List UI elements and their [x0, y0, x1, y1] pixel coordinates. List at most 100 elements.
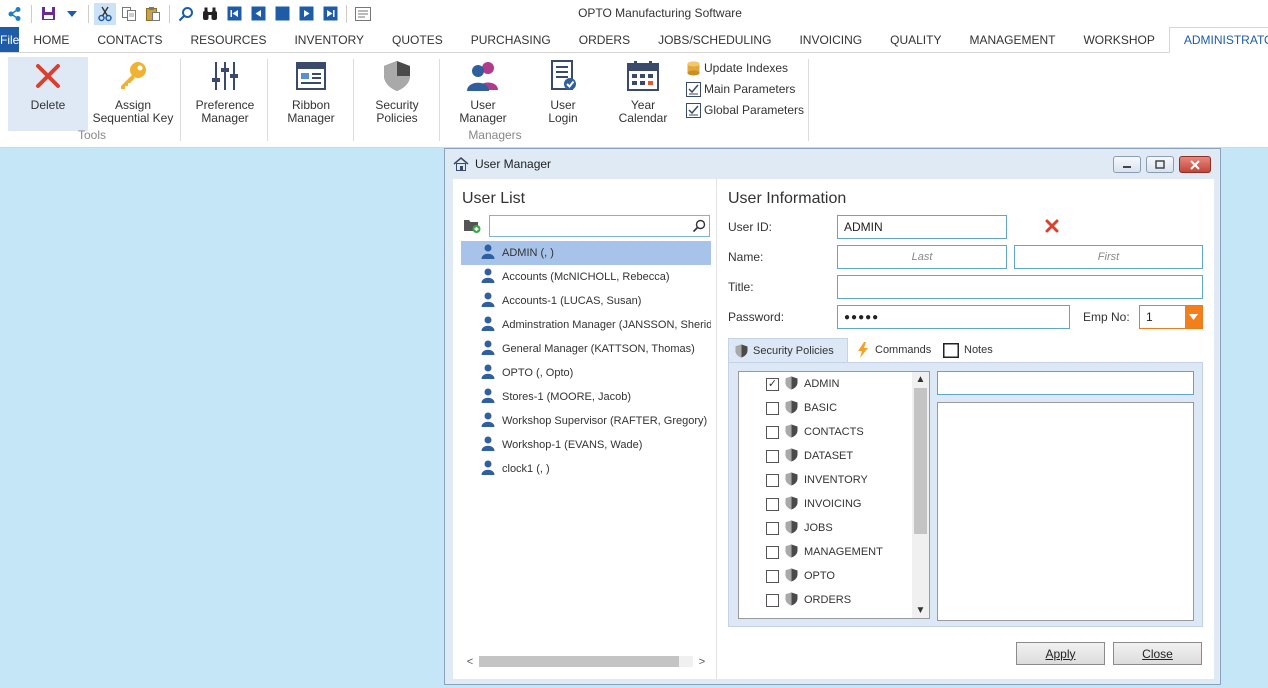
user-list-item[interactable]: Stores-1 (MOORE, Jacob) — [461, 385, 711, 409]
tab-inventory[interactable]: INVENTORY — [280, 27, 378, 52]
update-indexes-button[interactable]: Update Indexes — [686, 59, 788, 77]
policy-checkbox[interactable] — [766, 449, 779, 463]
policy-checkbox[interactable] — [766, 569, 779, 583]
policy-list-vertical-scrollbar[interactable]: ▲ ▼ — [912, 372, 929, 618]
user-list-item[interactable]: Workshop-1 (EVANS, Wade) — [461, 433, 711, 457]
shield-icon — [735, 344, 748, 357]
scroll-left-icon[interactable]: < — [461, 656, 479, 668]
scrollbar-track[interactable] — [479, 656, 693, 667]
close-button[interactable]: Close — [1113, 642, 1202, 665]
policy-row[interactable]: ORDERS — [739, 588, 929, 612]
tab-home[interactable]: HOME — [19, 27, 83, 52]
global-parameters-button[interactable]: Global Parameters — [686, 101, 804, 119]
tab-invoicing[interactable]: INVOICING — [785, 27, 876, 52]
policy-checkbox[interactable] — [766, 521, 779, 535]
emp-no-select[interactable]: 1 — [1139, 305, 1203, 329]
user-list-item[interactable]: OPTO (, Opto) — [461, 361, 711, 385]
scroll-down-icon[interactable]: ▼ — [912, 605, 929, 616]
policy-name-field[interactable] — [937, 371, 1194, 395]
user-login-label-line2: Login — [548, 111, 578, 125]
search-icon[interactable] — [692, 219, 706, 233]
user-list-horizontal-scrollbar[interactable]: < > — [461, 653, 711, 670]
delete-button[interactable]: Delete — [8, 57, 88, 131]
user-list-item[interactable]: clock1 (, ) — [461, 457, 711, 481]
main-parameters-button[interactable]: Main Parameters — [686, 80, 795, 98]
maximize-button[interactable] — [1146, 156, 1174, 173]
preference-manager-button[interactable]: Preference Manager — [188, 57, 262, 131]
minimize-button[interactable] — [1113, 156, 1141, 173]
user-list-item[interactable]: Accounts-1 (LUCAS, Susan) — [461, 289, 711, 313]
user-list-item[interactable]: General Manager (KATTSON, Thomas) — [461, 337, 711, 361]
tab-file[interactable]: File — [0, 27, 20, 52]
user-icon — [481, 340, 495, 358]
tab-contacts[interactable]: CONTACTS — [83, 27, 176, 52]
first-name-field[interactable]: First — [1014, 245, 1203, 269]
assign-sequential-key-button[interactable]: Assign Sequential Key — [90, 57, 176, 131]
password-field[interactable]: ●●●●● — [837, 305, 1070, 329]
policy-row[interactable]: DATASET — [739, 444, 929, 468]
update-indexes-label: Update Indexes — [704, 61, 789, 75]
scrollbar-thumb[interactable] — [479, 656, 679, 667]
ribbon-manager-button[interactable]: Ribbon Manager — [274, 57, 348, 131]
key-icon — [115, 57, 151, 95]
tab-orders[interactable]: ORDERS — [565, 27, 644, 52]
user-icon — [481, 244, 495, 262]
last-name-field[interactable]: Last — [837, 245, 1007, 269]
tab-notes[interactable]: Notes — [937, 338, 999, 362]
tab-commands[interactable]: Commands — [850, 338, 937, 362]
tab-management[interactable]: MANAGEMENT — [955, 27, 1069, 52]
policy-description-area[interactable] — [937, 402, 1194, 621]
policy-row[interactable]: BASIC — [739, 396, 929, 420]
policy-row[interactable]: MANAGEMENT — [739, 540, 929, 564]
add-folder-icon[interactable] — [463, 218, 481, 236]
policy-row[interactable]: INVOICING — [739, 492, 929, 516]
policy-checkbox[interactable] — [766, 473, 779, 487]
shield-icon — [785, 376, 798, 393]
tab-jobs-scheduling[interactable]: JOBS/SCHEDULING — [644, 27, 785, 52]
window-close-button[interactable] — [1179, 156, 1211, 173]
chevron-down-icon[interactable] — [1185, 306, 1202, 328]
clear-user-id-icon[interactable] — [1045, 219, 1059, 236]
user-list-item[interactable]: ADMIN (, ) — [461, 241, 711, 265]
scroll-right-icon[interactable]: > — [693, 656, 711, 668]
scroll-up-icon[interactable]: ▲ — [912, 374, 929, 385]
user-login-button[interactable]: User Login — [526, 57, 600, 131]
tab-security-policies[interactable]: Security Policies — [728, 338, 848, 362]
policy-checkbox[interactable] — [766, 593, 779, 607]
policy-row[interactable]: ✓ ADMIN — [739, 372, 929, 396]
policy-row[interactable]: JOBS — [739, 516, 929, 540]
home-icon — [453, 157, 469, 171]
policy-row[interactable]: INVENTORY — [739, 468, 929, 492]
tab-quotes[interactable]: QUOTES — [378, 27, 457, 52]
dialog-title-bar[interactable]: User Manager — [445, 149, 1220, 179]
policy-checkbox[interactable] — [766, 425, 779, 439]
policy-label: OPTO — [804, 570, 835, 582]
policy-checkbox[interactable] — [766, 497, 779, 511]
tab-purchasing[interactable]: PURCHASING — [457, 27, 565, 52]
tab-administrator[interactable]: ADMINISTRATOR — [1168, 27, 1268, 53]
shield-icon — [785, 592, 798, 609]
user-manager-button[interactable]: User Manager — [446, 57, 520, 131]
tab-workshop[interactable]: WORKSHOP — [1069, 27, 1168, 52]
policy-row[interactable]: OPTO — [739, 564, 929, 588]
user-list-item[interactable]: Workshop Supervisor (RAFTER, Gregory) — [461, 409, 711, 433]
scrollbar-thumb[interactable] — [914, 388, 927, 534]
user-list-item[interactable]: Accounts (McNICHOLL, Rebecca) — [461, 265, 711, 289]
user-id-field[interactable]: ADMIN — [837, 215, 1007, 239]
year-calendar-button[interactable]: Year Calendar — [606, 57, 680, 131]
tab-quality[interactable]: QUALITY — [876, 27, 955, 52]
policy-label: BASIC — [804, 402, 838, 414]
policy-checkbox[interactable]: ✓ — [766, 377, 779, 391]
policy-row[interactable]: CONTACTS — [739, 420, 929, 444]
title-field[interactable] — [837, 275, 1203, 299]
ribbon-window-icon — [293, 57, 329, 95]
security-policies-button[interactable]: Security Policies — [360, 57, 434, 131]
tab-resources[interactable]: RESOURCES — [176, 27, 280, 52]
user-list-item[interactable]: Adminstration Manager (JANSSON, Sheridan… — [461, 313, 711, 337]
tab-commands-label: Commands — [875, 344, 932, 356]
user-search-input[interactable] — [489, 215, 710, 237]
tab-notes-label: Notes — [964, 344, 993, 356]
apply-button[interactable]: Apply — [1016, 642, 1105, 665]
policy-checkbox[interactable] — [766, 401, 779, 415]
policy-checkbox[interactable] — [766, 545, 779, 559]
